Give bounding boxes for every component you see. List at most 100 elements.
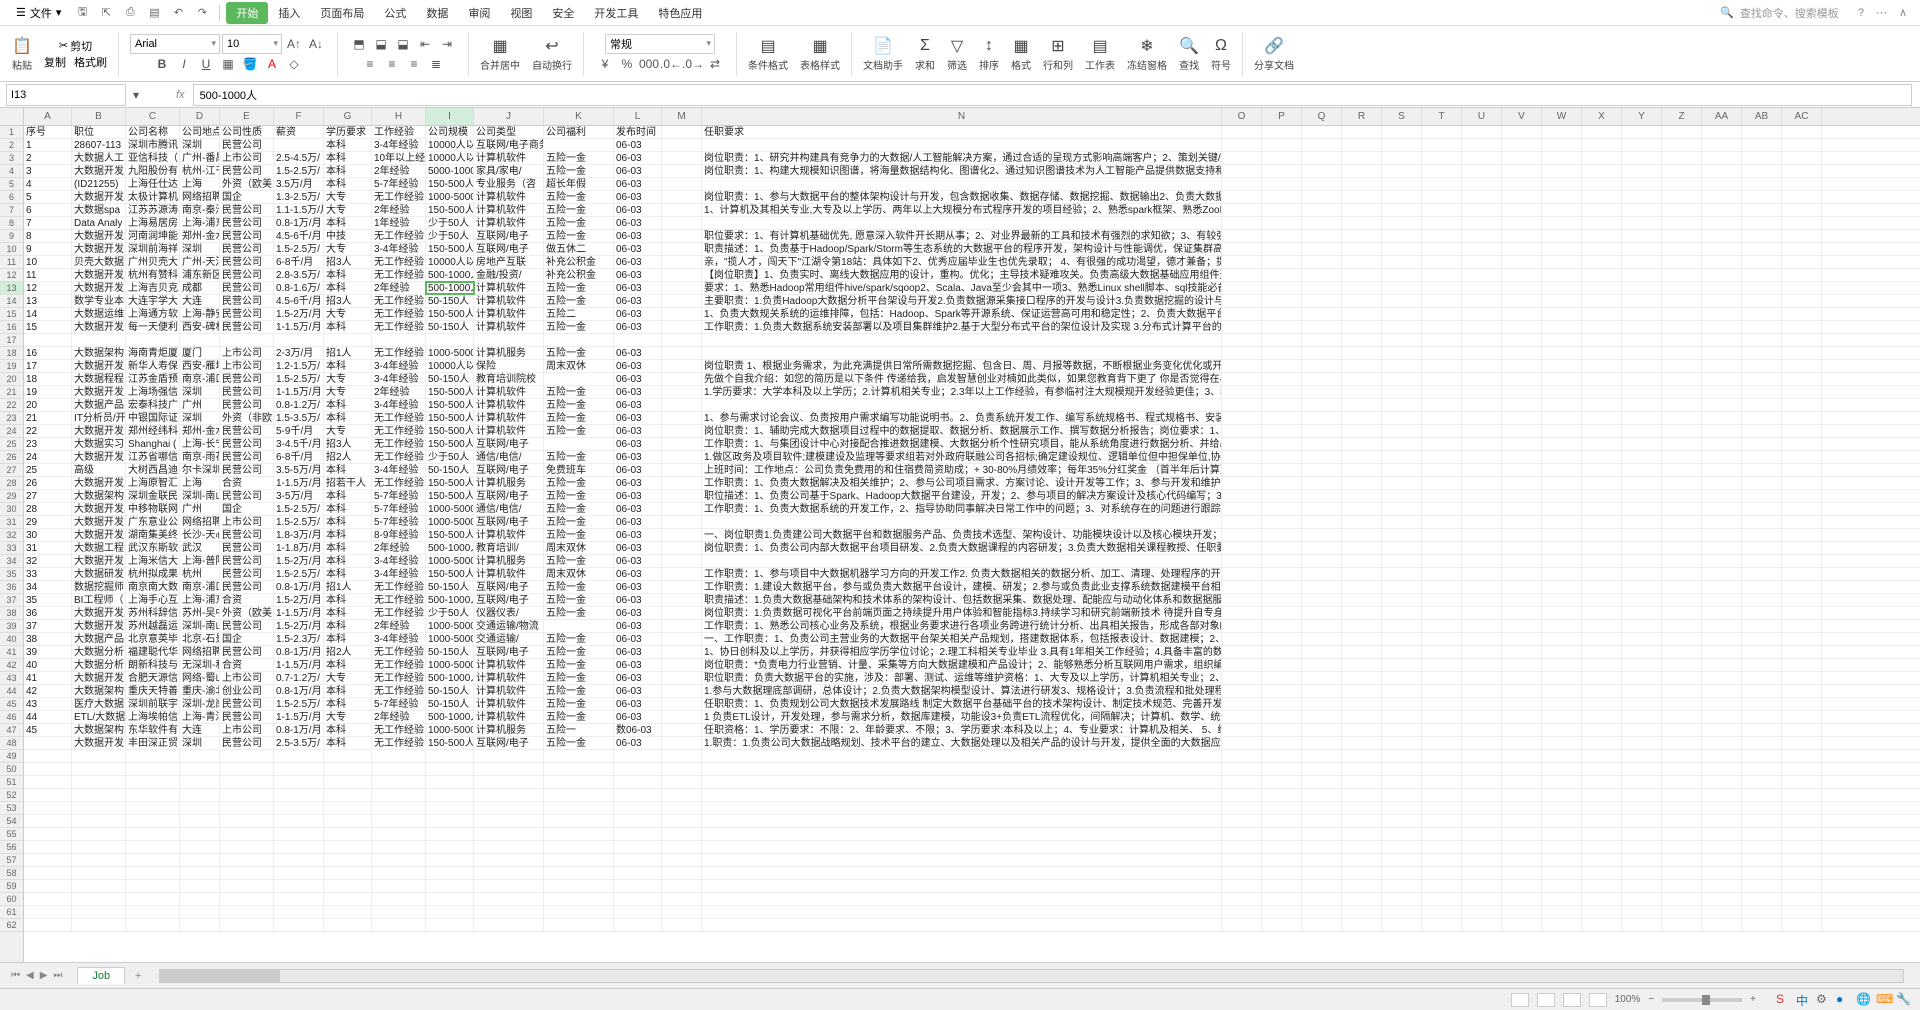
cell[interactable]: 公司地点 bbox=[180, 126, 220, 138]
cell[interactable]: 大数据研发 bbox=[72, 568, 126, 580]
cell[interactable] bbox=[662, 438, 702, 450]
cell[interactable]: 5000-1000 bbox=[426, 165, 474, 177]
cell[interactable] bbox=[1422, 152, 1462, 164]
cell[interactable]: 广州 bbox=[180, 399, 220, 411]
align-right-icon[interactable]: ≡ bbox=[404, 54, 424, 74]
cell[interactable] bbox=[1782, 815, 1822, 827]
cell[interactable] bbox=[1622, 828, 1662, 840]
cell[interactable] bbox=[544, 776, 614, 788]
cell[interactable] bbox=[1502, 594, 1542, 606]
cell[interactable] bbox=[426, 880, 474, 892]
cell[interactable] bbox=[1342, 698, 1382, 710]
cell[interactable]: 06-03 bbox=[614, 633, 662, 645]
cell[interactable]: 数学专业本 bbox=[72, 295, 126, 307]
cell[interactable]: 薪资 bbox=[274, 126, 324, 138]
cell[interactable]: 无工作经验 bbox=[372, 724, 426, 736]
cell[interactable] bbox=[1262, 347, 1302, 359]
cell[interactable] bbox=[1422, 789, 1462, 801]
cell[interactable] bbox=[1622, 737, 1662, 749]
cell[interactable]: 1.5-3.5万/ bbox=[274, 412, 324, 424]
cell[interactable]: IT分析员/开 bbox=[72, 412, 126, 424]
cell[interactable]: 16 bbox=[24, 347, 72, 359]
cell[interactable] bbox=[1622, 191, 1662, 203]
cell[interactable] bbox=[662, 347, 702, 359]
cell[interactable]: 大专 bbox=[324, 373, 372, 385]
cell[interactable] bbox=[1782, 412, 1822, 424]
cell[interactable]: 1.5-2.5万/ bbox=[274, 568, 324, 580]
cell[interactable] bbox=[1302, 607, 1342, 619]
cell[interactable]: 500-1000人 bbox=[426, 542, 474, 554]
cell[interactable] bbox=[474, 334, 544, 346]
cell[interactable] bbox=[1782, 763, 1822, 775]
cell[interactable]: 本科 bbox=[324, 633, 372, 645]
cell[interactable] bbox=[324, 867, 372, 879]
cell[interactable] bbox=[1262, 490, 1302, 502]
cell[interactable] bbox=[24, 854, 72, 866]
cell[interactable]: 五险一金 bbox=[544, 165, 614, 177]
cell[interactable] bbox=[1382, 633, 1422, 645]
cell[interactable] bbox=[220, 867, 274, 879]
cell[interactable]: 5-7年经验 bbox=[372, 698, 426, 710]
cell[interactable] bbox=[1302, 139, 1342, 151]
cell[interactable] bbox=[126, 841, 180, 853]
cell[interactable] bbox=[1222, 555, 1262, 567]
sheet-next-icon[interactable]: ▶ bbox=[37, 970, 51, 981]
cell[interactable] bbox=[1422, 698, 1462, 710]
cell[interactable] bbox=[1222, 633, 1262, 645]
cell[interactable] bbox=[1382, 516, 1422, 528]
cell[interactable] bbox=[1662, 516, 1702, 528]
cell[interactable] bbox=[1582, 152, 1622, 164]
cell[interactable] bbox=[1662, 568, 1702, 580]
cell[interactable] bbox=[1782, 373, 1822, 385]
cell[interactable] bbox=[474, 841, 544, 853]
cell[interactable]: 计算机软件 bbox=[474, 698, 544, 710]
cell[interactable] bbox=[1342, 269, 1382, 281]
cell[interactable] bbox=[220, 828, 274, 840]
cell[interactable]: 无工作经验 bbox=[372, 425, 426, 437]
cell[interactable]: 06-03 bbox=[614, 620, 662, 632]
cell[interactable]: 无工作经验 bbox=[372, 321, 426, 333]
ime-icon[interactable]: S bbox=[1776, 992, 1792, 1008]
cell[interactable] bbox=[1222, 529, 1262, 541]
cell[interactable]: 本科 bbox=[324, 152, 372, 164]
cell[interactable]: 5-7年经验 bbox=[372, 503, 426, 515]
cell[interactable] bbox=[1662, 906, 1702, 918]
cell[interactable]: 民营公司 bbox=[220, 581, 274, 593]
cell[interactable] bbox=[1462, 386, 1502, 398]
cell[interactable] bbox=[1542, 880, 1582, 892]
cell[interactable] bbox=[1262, 425, 1302, 437]
cell[interactable] bbox=[474, 789, 544, 801]
cell[interactable]: 上海-青浦区 bbox=[180, 711, 220, 723]
zoom-value[interactable]: 100% bbox=[1615, 994, 1641, 1005]
cell[interactable] bbox=[702, 516, 1222, 528]
cell[interactable] bbox=[1622, 243, 1662, 255]
row-header[interactable]: 19 bbox=[0, 360, 23, 373]
cell[interactable] bbox=[662, 178, 702, 190]
cell[interactable]: 无工作经验 bbox=[372, 581, 426, 593]
cell[interactable]: 广州 bbox=[180, 503, 220, 515]
cell[interactable]: 湖南集美终 bbox=[126, 529, 180, 541]
cell[interactable]: 少于50人 bbox=[426, 217, 474, 229]
cell[interactable] bbox=[1782, 568, 1822, 580]
cell[interactable] bbox=[1582, 425, 1622, 437]
cell[interactable]: 【岗位职责】1、负责实时、离线大数据应用的设计，重构。优化；主导技术疑难攻关。负… bbox=[702, 269, 1222, 281]
cell[interactable] bbox=[1302, 217, 1342, 229]
cell[interactable]: 27 bbox=[24, 490, 72, 502]
cell[interactable] bbox=[1302, 620, 1342, 632]
cell[interactable] bbox=[372, 802, 426, 814]
cell[interactable] bbox=[1542, 334, 1582, 346]
cell[interactable] bbox=[1702, 204, 1742, 216]
cell[interactable] bbox=[1302, 204, 1342, 216]
cell[interactable] bbox=[1222, 880, 1262, 892]
cell[interactable]: 上海原智汇 bbox=[126, 477, 180, 489]
cell[interactable]: 12 bbox=[24, 282, 72, 294]
cell[interactable] bbox=[1462, 750, 1502, 762]
cell[interactable] bbox=[1622, 529, 1662, 541]
cell[interactable]: 民营公司 bbox=[220, 230, 274, 242]
cell[interactable]: 06-03 bbox=[614, 269, 662, 281]
cell[interactable] bbox=[1662, 126, 1702, 138]
increase-decimal-icon[interactable]: .0← bbox=[661, 54, 681, 74]
cell[interactable]: 150-500人 bbox=[426, 529, 474, 541]
cell[interactable]: 重庆-渝北区 bbox=[180, 685, 220, 697]
cell[interactable] bbox=[1222, 685, 1262, 697]
